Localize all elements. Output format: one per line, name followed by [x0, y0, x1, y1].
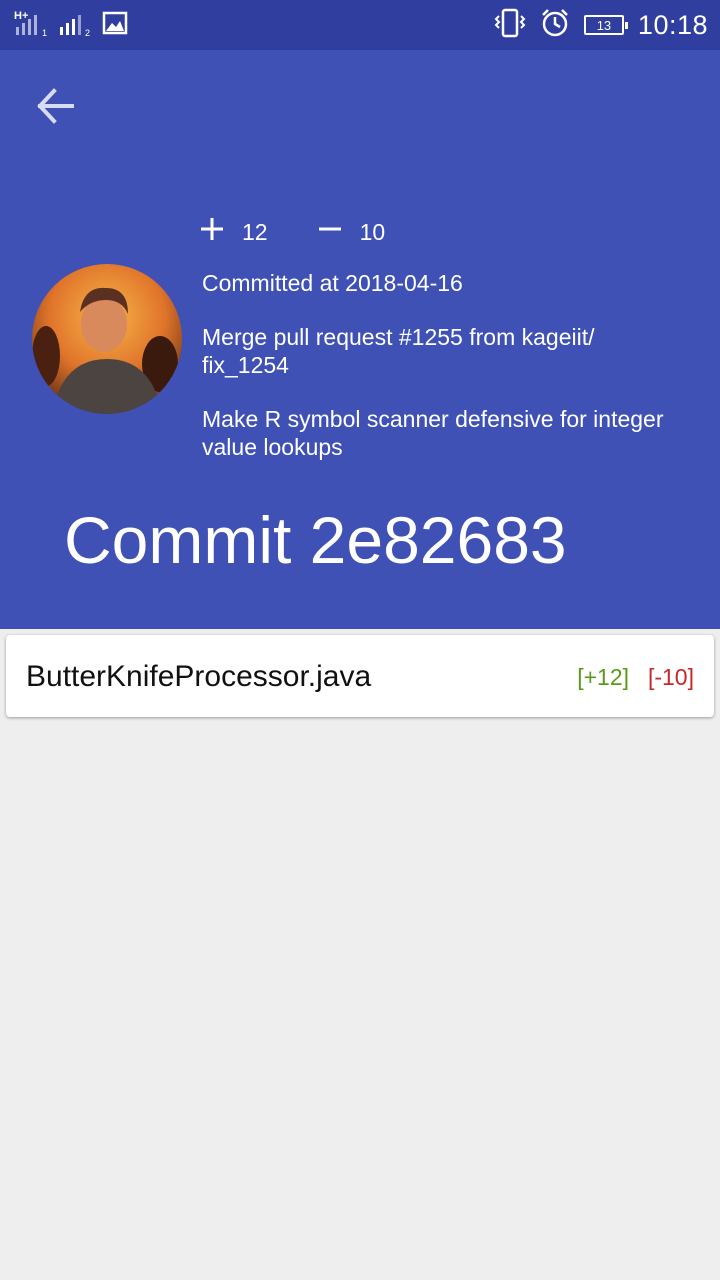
- minus-icon: [316, 215, 344, 249]
- vibrate-icon: [494, 8, 526, 43]
- arrow-back-icon: [32, 82, 80, 135]
- file-list-item[interactable]: ButterKnifeProcessor.java [+12] [-10]: [6, 635, 714, 717]
- battery-icon: 13: [583, 15, 628, 35]
- deletions-count: 10: [359, 218, 386, 245]
- committed-at: Committed at 2018-04-16: [202, 270, 463, 296]
- svg-text:1: 1: [42, 28, 47, 38]
- commit-header: 12 10 Committed at 2018-04-16 Merge pull…: [0, 50, 720, 629]
- signal-sim2-icon: 2: [58, 8, 94, 43]
- commit-info: Committed at 2018-04-16 Merge pull reque…: [202, 269, 672, 487]
- plus-icon: [198, 215, 226, 249]
- deletions-stat: 10: [316, 215, 386, 249]
- status-bar: H+ 1 2 13 10:18: [0, 0, 720, 50]
- avatar[interactable]: [32, 264, 182, 414]
- file-name: ButterKnifeProcessor.java: [26, 660, 372, 693]
- alarm-icon: [540, 8, 570, 43]
- file-additions: [+12]: [577, 664, 629, 690]
- status-time: 10:18: [637, 9, 708, 40]
- gallery-notification-icon: [102, 11, 128, 40]
- svg-text:H+: H+: [14, 10, 28, 22]
- commit-message-body: Make R symbol scanner defensive for inte…: [202, 406, 664, 460]
- status-left: H+ 1 2: [14, 10, 128, 40]
- back-button[interactable]: [24, 80, 88, 136]
- change-stats: 12 10: [198, 213, 385, 251]
- additions-count: 12: [242, 218, 268, 245]
- svg-text:2: 2: [85, 28, 90, 38]
- status-right: 13 10:18: [494, 8, 708, 42]
- commit-message-title: Merge pull request #1255 from kageiit/ f…: [202, 324, 595, 378]
- additions-stat: 12: [198, 215, 268, 249]
- page-title: Commit 2e82683: [64, 503, 567, 577]
- h-plus-signal-icon: H+ 1: [14, 8, 50, 43]
- file-deletions: [-10]: [647, 664, 694, 690]
- battery-level: 13: [596, 17, 612, 33]
